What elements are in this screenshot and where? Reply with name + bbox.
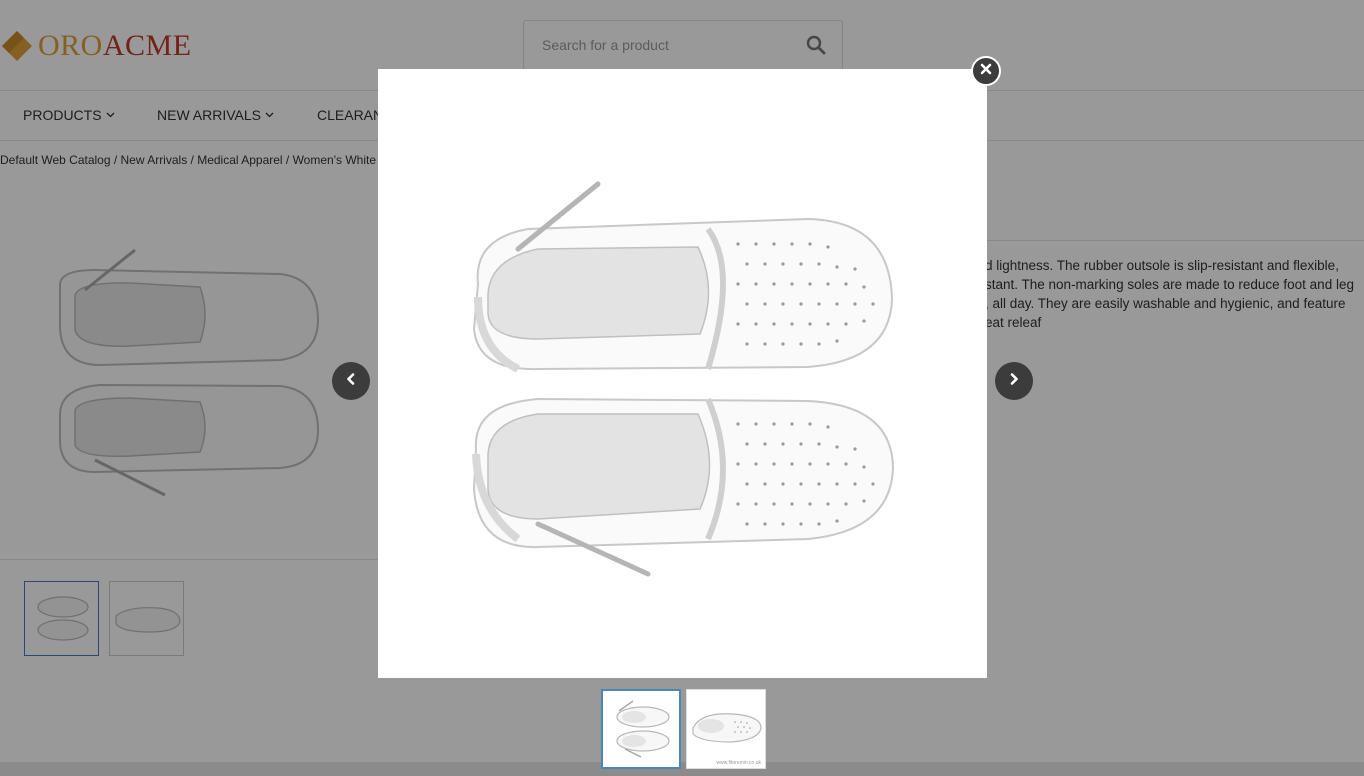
lightbox-close-button[interactable] xyxy=(971,56,1001,86)
close-icon xyxy=(980,62,992,80)
lightbox-next-button[interactable] xyxy=(995,362,1033,400)
lightbox-thumbnail[interactable] xyxy=(601,689,681,769)
chevron-right-icon xyxy=(1008,372,1020,390)
shoe-image xyxy=(472,397,895,577)
lightbox-thumbnail[interactable]: www.fitoremin.co.uk xyxy=(686,689,766,769)
lightbox-thumbnails: www.fitoremin.co.uk xyxy=(601,689,766,769)
shoe-image xyxy=(472,181,894,373)
thumbnail-watermark: www.fitoremin.co.uk xyxy=(716,760,761,766)
chevron-left-icon xyxy=(345,372,357,390)
lightbox-image xyxy=(378,69,987,678)
lightbox-prev-button[interactable] xyxy=(332,362,370,400)
